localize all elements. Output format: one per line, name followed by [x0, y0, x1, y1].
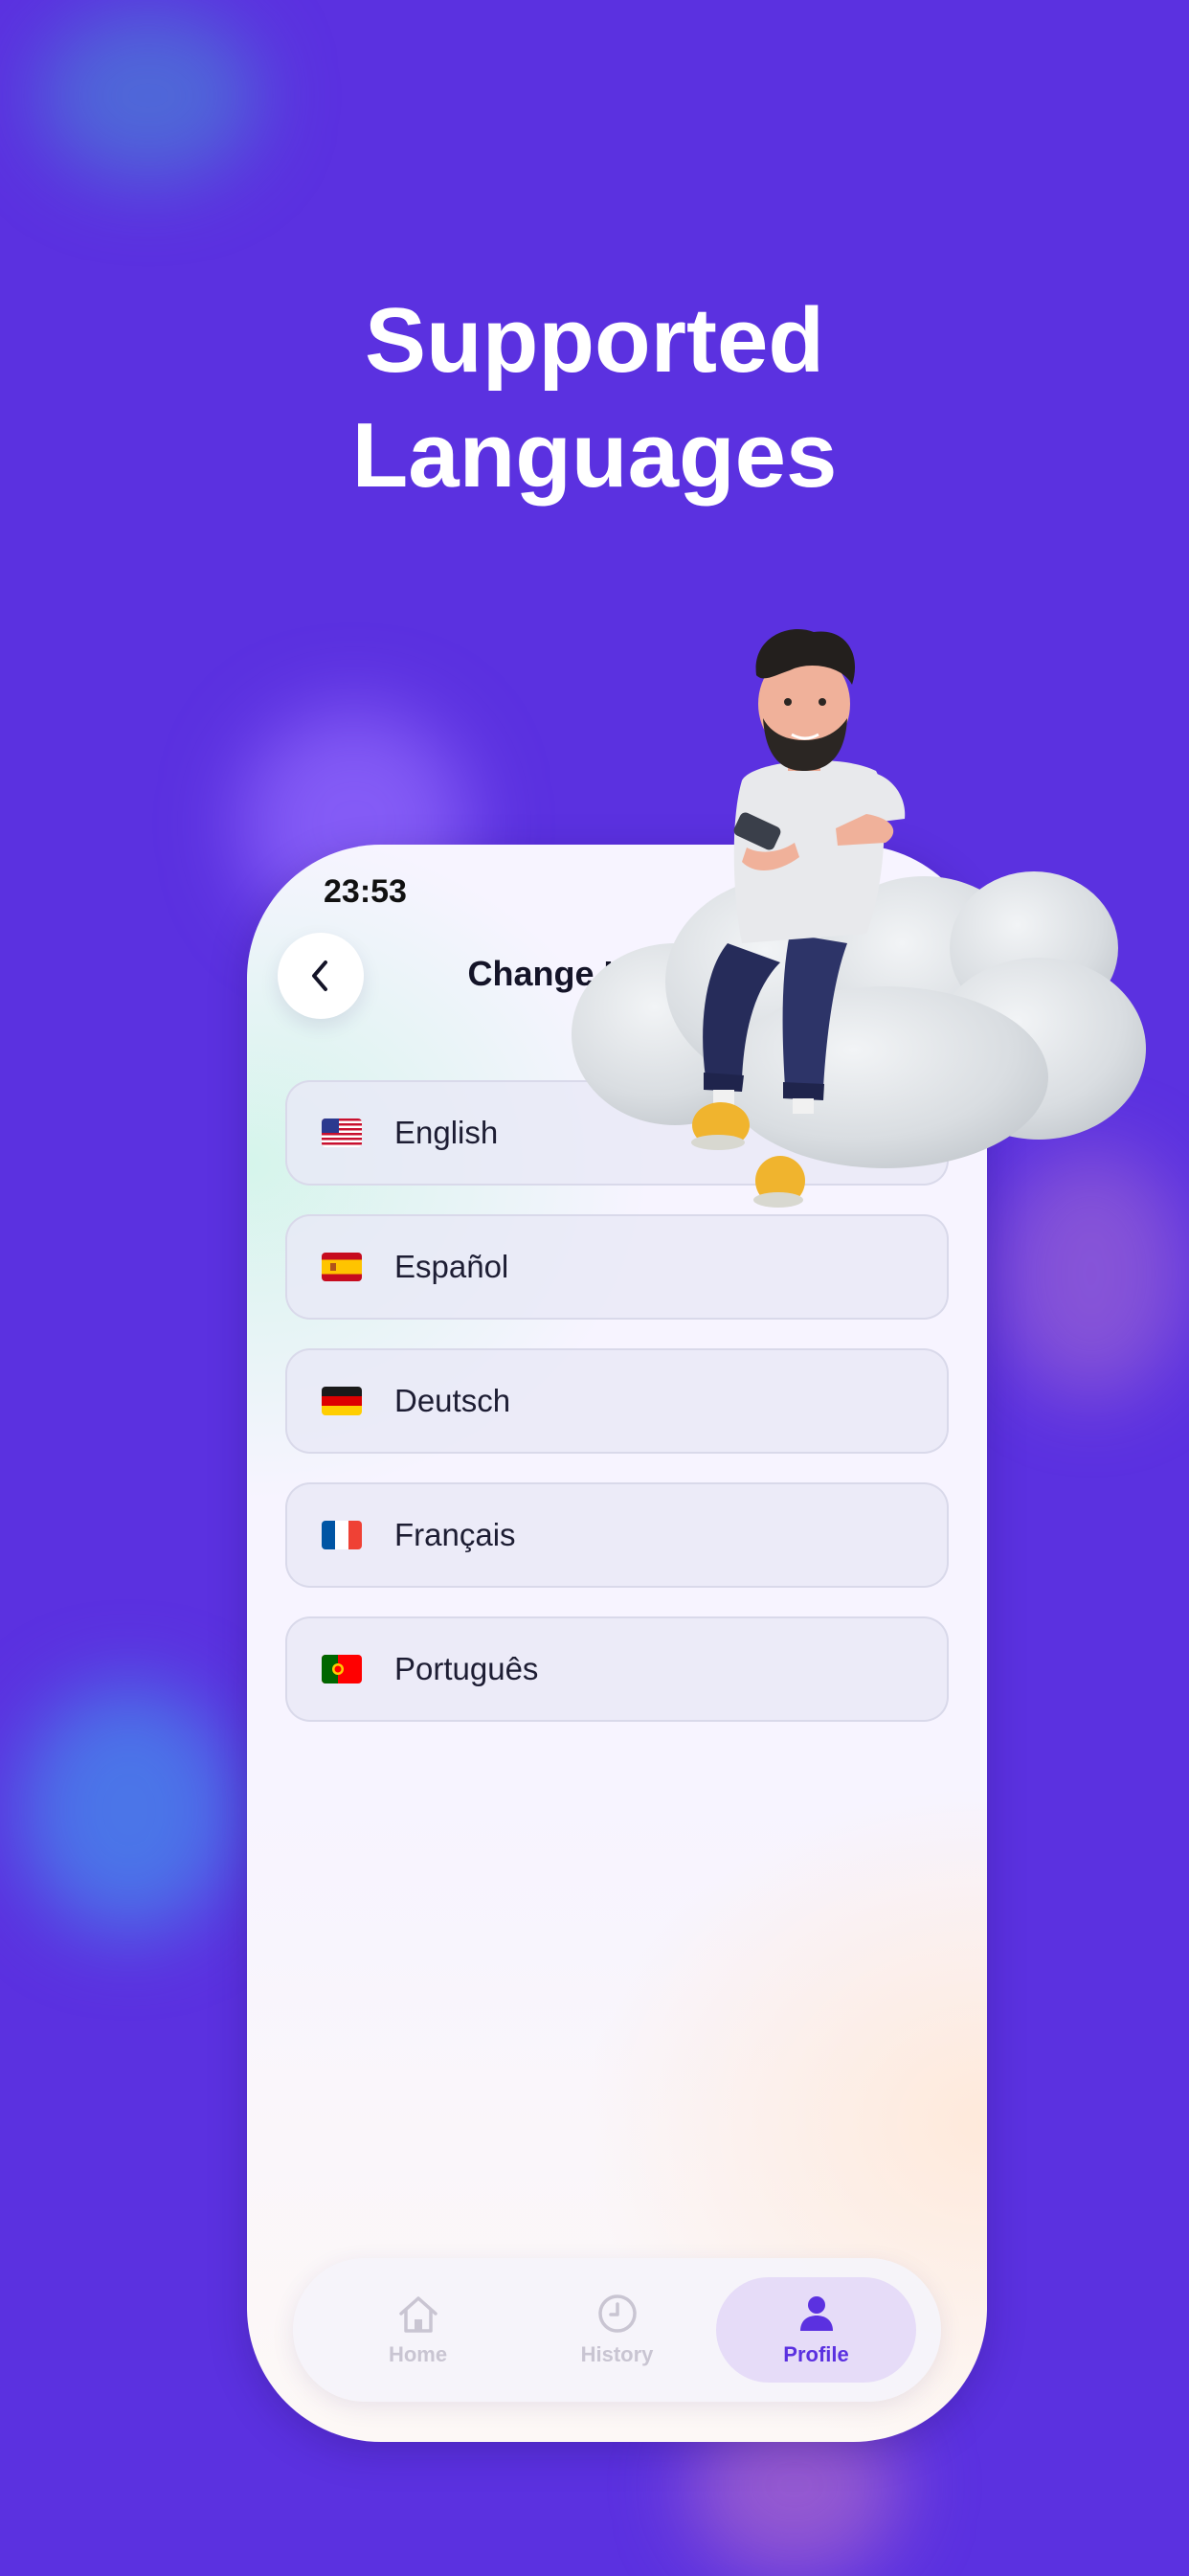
home-icon [398, 2296, 437, 2333]
language-item-german[interactable]: Deutsch [285, 1348, 949, 1454]
language-item-spanish[interactable]: Español [285, 1214, 949, 1320]
character-on-cloud-illustration [572, 629, 1146, 1208]
person-icon [799, 2296, 833, 2331]
bottom-tab-bar: Home History Profile [293, 2258, 941, 2402]
language-label: Deutsch [394, 1383, 511, 1418]
tab-history[interactable]: History [517, 2277, 717, 2383]
portugal-flag-icon [322, 1655, 362, 1683]
clock-icon [597, 2294, 637, 2333]
language-label: English [394, 1115, 499, 1150]
headline-line-2: Languages [351, 404, 838, 507]
tab-profile[interactable]: Profile [716, 2277, 916, 2383]
us-flag-icon [322, 1119, 362, 1147]
language-item-portuguese[interactable]: Português [285, 1616, 949, 1722]
language-item-french[interactable]: Français [285, 1482, 949, 1588]
language-label: Português [394, 1651, 539, 1686]
background-glow [19, 1685, 239, 1934]
status-time: 23:53 [324, 873, 407, 910]
background-glow [38, 10, 258, 182]
tab-label: Profile [783, 2342, 849, 2366]
tab-label: History [580, 2342, 654, 2366]
spain-flag-icon [322, 1253, 362, 1281]
tab-home[interactable]: Home [318, 2277, 518, 2383]
germany-flag-icon [322, 1387, 362, 1415]
language-label: Español [394, 1249, 509, 1284]
promo-headline: Supported Languages [0, 283, 1189, 513]
language-label: Français [394, 1517, 516, 1552]
france-flag-icon [322, 1521, 362, 1549]
tab-label: Home [388, 2342, 448, 2366]
headline-line-1: Supported [365, 289, 824, 392]
